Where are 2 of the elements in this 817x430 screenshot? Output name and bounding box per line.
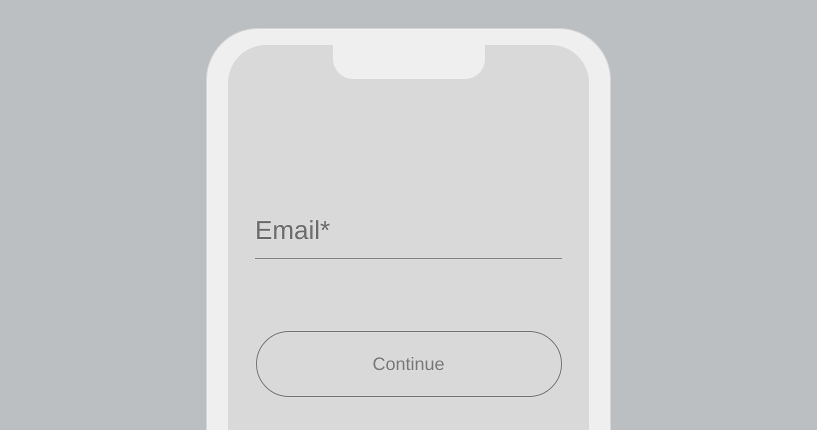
email-field[interactable]: Email* [255, 203, 562, 259]
continue-button[interactable]: Continue [256, 331, 562, 397]
